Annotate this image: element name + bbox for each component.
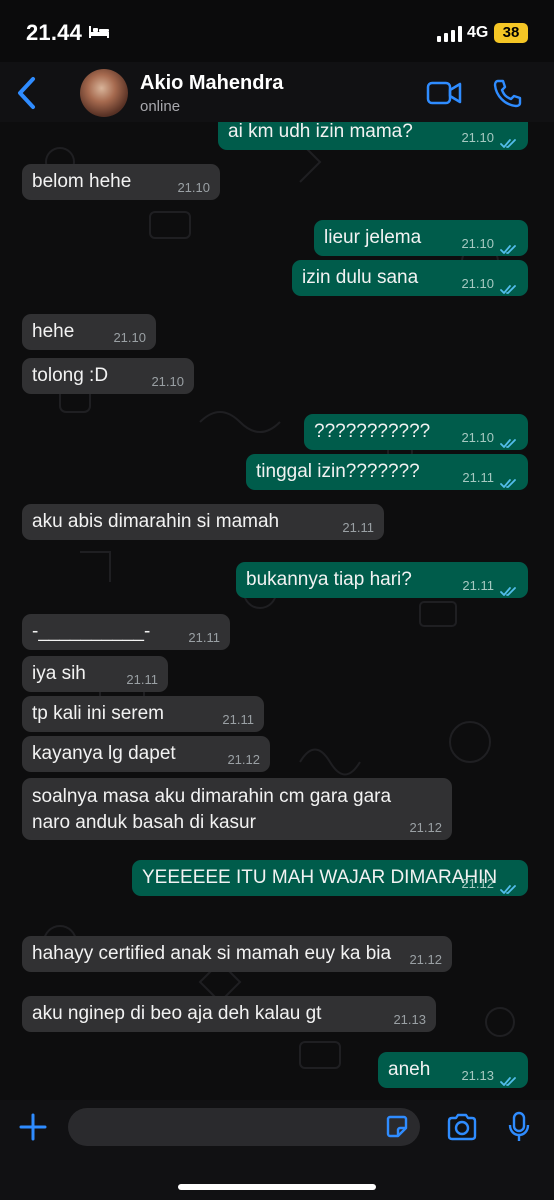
message-text: ai km udh izin mama?	[228, 122, 413, 142]
message-timestamp: 21.12	[409, 952, 442, 967]
outgoing-message-bubble[interactable]: aneh 21.13	[378, 1052, 528, 1088]
message-timestamp: 21.10	[461, 276, 494, 291]
message-timestamp: 21.10	[461, 130, 494, 145]
outgoing-message-bubble[interactable]: YEEEEEE ITU MAH WAJAR DIMARAHIN 21.12	[132, 860, 528, 896]
message-text: bukannya tiap hari?	[246, 569, 412, 590]
message-timestamp: 21.10	[151, 374, 184, 389]
message-timestamp: 21.11	[342, 520, 374, 535]
incoming-message-bubble[interactable]: tp kali ini serem 21.11	[22, 696, 264, 732]
message-text: kayanya lg dapet	[32, 743, 176, 764]
incoming-message-bubble[interactable]: aku nginep di beo aja deh kalau gt 21.13	[22, 996, 436, 1032]
message-text: aku nginep di beo aja deh kalau gt	[32, 1003, 322, 1024]
microphone-icon[interactable]	[508, 1111, 530, 1143]
status-bar: 21.44 4G 38	[0, 0, 554, 62]
phone-call-icon[interactable]	[492, 78, 522, 108]
message-timestamp: 21.12	[461, 876, 494, 891]
read-receipt-icon	[500, 279, 518, 294]
message-timestamp: 21.12	[227, 752, 260, 767]
message-timestamp: 21.12	[409, 820, 442, 835]
message-timestamp: 21.11	[222, 712, 254, 727]
message-text: tinggal izin???????	[256, 461, 420, 482]
message-text: -__________-	[32, 621, 151, 642]
battery-indicator: 38	[494, 23, 528, 43]
read-receipt-icon	[500, 433, 518, 448]
message-input[interactable]	[68, 1108, 420, 1146]
message-text: hahayy certified anak si mamah euy ka bi…	[32, 943, 392, 964]
outgoing-message-bubble[interactable]: izin dulu sana 21.10	[292, 260, 528, 296]
cellular-signal-icon	[437, 26, 462, 42]
message-text: tp kali ini serem	[32, 703, 164, 724]
message-text-line: naro anduk basah di kasur	[32, 812, 256, 833]
message-text: izin dulu sana	[302, 267, 419, 288]
incoming-message-bubble[interactable]: aku abis dimarahin si mamah 21.11	[22, 504, 384, 540]
message-timestamp: 21.11	[126, 672, 158, 687]
read-receipt-icon	[500, 879, 518, 894]
message-timestamp: 21.11	[462, 470, 494, 485]
message-text: aku abis dimarahin si mamah	[32, 511, 280, 532]
message-timestamp: 21.10	[461, 430, 494, 445]
video-call-icon[interactable]	[426, 80, 462, 106]
outgoing-message-bubble[interactable]: lieur jelema 21.10	[314, 220, 528, 256]
camera-icon[interactable]	[446, 1113, 478, 1141]
outgoing-message-bubble[interactable]: ??????????? 21.10	[304, 414, 528, 450]
message-text: ???????????	[314, 421, 431, 442]
read-receipt-icon	[500, 473, 518, 488]
read-receipt-icon	[500, 133, 518, 148]
network-type: 4G	[467, 24, 489, 41]
outgoing-message-bubble[interactable]: ai km udh izin mama? 21.10	[218, 122, 528, 150]
message-timestamp: 21.10	[461, 236, 494, 251]
sleep-focus-icon	[89, 26, 109, 38]
outgoing-message-bubble[interactable]: tinggal izin??????? 21.11	[246, 454, 528, 490]
message-text: tolong :D	[32, 365, 109, 386]
incoming-message-bubble[interactable]: iya sih 21.11	[22, 656, 168, 692]
read-receipt-icon	[500, 581, 518, 596]
message-composer	[0, 1100, 554, 1200]
read-receipt-icon	[500, 1071, 518, 1086]
message-timestamp: 21.13	[461, 1068, 494, 1083]
contact-presence: online	[140, 98, 181, 115]
message-timestamp: 21.11	[188, 630, 220, 645]
contact-avatar[interactable]	[80, 69, 128, 117]
incoming-message-bubble[interactable]: -__________- 21.11	[22, 614, 230, 650]
back-chevron-icon[interactable]	[14, 76, 40, 110]
message-text-line: soalnya masa aku dimarahin cm gara gara	[32, 786, 392, 807]
incoming-message-bubble[interactable]: hahayy certified anak si mamah euy ka bi…	[22, 936, 452, 972]
outgoing-message-bubble[interactable]: bukannya tiap hari? 21.11	[236, 562, 528, 598]
message-text: aneh	[388, 1059, 431, 1080]
incoming-message-bubble[interactable]: belom hehe 21.10	[22, 164, 220, 200]
home-indicator	[178, 1184, 376, 1190]
message-text: belom hehe	[32, 171, 132, 192]
chat-header: Akio Mahendra online	[0, 62, 554, 122]
message-timestamp: 21.10	[177, 180, 210, 195]
incoming-message-bubble[interactable]: soalnya masa aku dimarahin cm gara gara n…	[22, 778, 452, 840]
message-text: iya sih	[32, 663, 86, 684]
add-attachment-icon[interactable]	[18, 1112, 48, 1142]
message-timestamp: 21.10	[113, 330, 146, 345]
message-text: lieur jelema	[324, 227, 422, 248]
sticker-icon[interactable]	[384, 1114, 410, 1140]
status-time: 21.44	[26, 20, 83, 45]
message-timestamp: 21.13	[393, 1012, 426, 1027]
message-text: YEEEEEE ITU MAH WAJAR DIMARAHIN	[142, 867, 498, 888]
message-text: hehe	[32, 321, 75, 342]
message-timestamp: 21.11	[462, 578, 494, 593]
chat-area[interactable]: ai km udh izin mama? 21.10 belom hehe 21.10…	[0, 122, 554, 1100]
incoming-message-bubble[interactable]: tolong :D 21.10	[22, 358, 194, 394]
contact-name[interactable]: Akio Mahendra	[140, 72, 283, 95]
incoming-message-bubble[interactable]: hehe 21.10	[22, 314, 156, 350]
read-receipt-icon	[500, 239, 518, 254]
incoming-message-bubble[interactable]: kayanya lg dapet 21.12	[22, 736, 270, 772]
